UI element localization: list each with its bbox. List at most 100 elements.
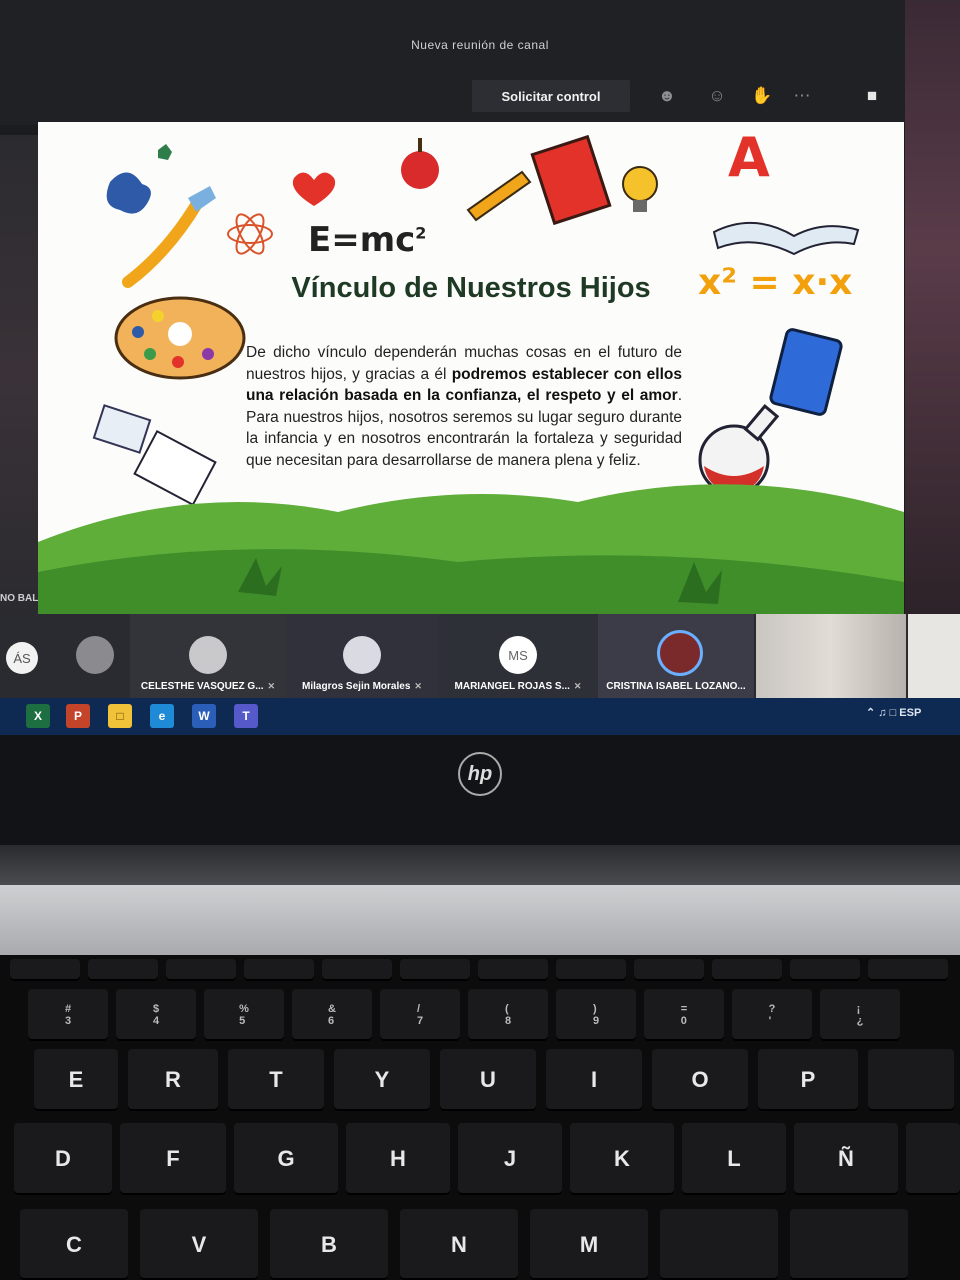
pencil-icon [466, 170, 532, 222]
avatar [657, 630, 703, 676]
key-k[interactable]: K [570, 1123, 674, 1195]
open-book-icon [712, 222, 860, 256]
mic-muted-icon: ✕ [414, 681, 422, 691]
slide-title: Vínculo de Nuestros Hijos [291, 272, 651, 304]
avatar [189, 636, 227, 674]
key-bracket[interactable] [906, 1123, 960, 1195]
key-f[interactable] [400, 959, 470, 981]
key-f[interactable] [478, 959, 548, 981]
paper-icon [92, 404, 152, 454]
key-4[interactable]: $ 4 [116, 989, 196, 1041]
key-enye[interactable]: Ñ [794, 1123, 898, 1195]
key-f[interactable] [712, 959, 782, 981]
request-control-button[interactable]: Solicitar control [472, 80, 630, 112]
video-thumbnail[interactable] [908, 614, 960, 698]
key-3[interactable]: # 3 [28, 989, 108, 1041]
participant-strip: ÁS CELESTHE VASQUEZ G... ✕ Milagros Sejin… [0, 614, 960, 698]
notebook-icon [530, 134, 612, 226]
key-g[interactable]: G [234, 1123, 338, 1195]
brush-icon [122, 196, 204, 288]
key-9[interactable]: ) 9 [556, 989, 636, 1041]
key-f[interactable] [244, 959, 314, 981]
key-u[interactable]: U [440, 1049, 536, 1111]
participant-tile[interactable]: CRISTINA ISABEL LOZANO... [598, 614, 754, 698]
slide-body-text: De dicho vínculo dependerán muchas cosas… [246, 344, 683, 469]
key-comma[interactable] [660, 1209, 778, 1280]
word-icon[interactable]: W [192, 704, 216, 728]
teams-icon[interactable]: T [234, 704, 258, 728]
background-video [905, 0, 960, 620]
participant-tile[interactable]: ÁS [0, 614, 44, 698]
key-l[interactable]: L [682, 1123, 786, 1195]
key-0[interactable]: = 0 [644, 989, 724, 1041]
key-h[interactable]: H [346, 1123, 450, 1195]
system-tray[interactable]: ⌃ ♫ □ ESP [866, 706, 921, 719]
key-8[interactable]: ( 8 [468, 989, 548, 1041]
mic-muted-icon: ✕ [573, 681, 582, 691]
key-y[interactable]: Y [334, 1049, 430, 1111]
key-m[interactable]: M [530, 1209, 648, 1280]
letter-a: A [728, 126, 770, 189]
avatar: ÁS [6, 642, 38, 674]
key-f[interactable]: F [120, 1123, 226, 1195]
paper-icon [133, 429, 217, 507]
participant-tile[interactable]: CELESTHE VASQUEZ G... ✕ [130, 614, 286, 698]
key-inverted-question[interactable]: ¡ ¿ [820, 989, 900, 1041]
key-r[interactable]: R [128, 1049, 218, 1111]
key-b[interactable]: B [270, 1209, 388, 1280]
key-7[interactable]: / 7 [380, 989, 460, 1041]
keyboard: # 3 $ 4 % 5 & 6 / 7 ( 8 ) 9 = 0 ? ' ¡ ¿ … [0, 955, 960, 1280]
key-o[interactable]: O [652, 1049, 748, 1111]
avatar [76, 636, 114, 674]
key-c[interactable]: C [20, 1209, 128, 1280]
more-options-icon[interactable]: ⋯ [785, 80, 819, 112]
key-6[interactable]: & 6 [292, 989, 372, 1041]
key-f[interactable] [556, 959, 626, 981]
paint-splash-green [158, 144, 172, 160]
excel-icon[interactable]: X [26, 704, 50, 728]
powerpoint-icon[interactable]: P [66, 704, 90, 728]
key-i[interactable]: I [546, 1049, 642, 1111]
participant-tile[interactable] [60, 614, 130, 698]
background-video [0, 135, 40, 615]
hp-logo: hp [458, 752, 502, 796]
meeting-title: Nueva reunión de canal [411, 38, 549, 52]
key-f[interactable] [322, 959, 392, 981]
calculator-icon [769, 328, 843, 416]
video-grid-thumbnail[interactable] [756, 614, 906, 698]
folder-icon[interactable]: □ [108, 704, 132, 728]
key-f[interactable] [790, 959, 860, 981]
mic-muted-icon: ✕ [267, 681, 276, 691]
camera-icon[interactable]: ■ [855, 80, 889, 112]
participant-tile[interactable]: MS MARIANGEL ROJAS S... ✕ [438, 614, 598, 698]
edge-icon[interactable]: e [150, 704, 174, 728]
key-t[interactable]: T [228, 1049, 324, 1111]
key-f[interactable] [88, 959, 158, 981]
avatar [343, 636, 381, 674]
participant-tile[interactable]: Milagros Sejin Morales ✕ [286, 614, 438, 698]
raise-hand-icon[interactable]: ✋ [745, 80, 779, 112]
key-d[interactable]: D [14, 1123, 112, 1195]
windows-taskbar: X P □ e W T ⌃ ♫ □ ESP [0, 698, 960, 735]
key-apostrophe[interactable]: ? ' [732, 989, 812, 1041]
key-j[interactable]: J [458, 1123, 562, 1195]
lightbulb-icon [622, 166, 658, 202]
key-f[interactable] [634, 959, 704, 981]
key-f[interactable] [10, 959, 80, 981]
key-p[interactable]: P [758, 1049, 858, 1111]
heart-icon [292, 172, 336, 206]
key-n[interactable]: N [400, 1209, 518, 1280]
key-5[interactable]: % 5 [204, 989, 284, 1041]
participants-icon[interactable]: ☻ [650, 80, 684, 112]
participant-name: MARIANGEL ROJAS S... ✕ [454, 681, 582, 692]
key-quote[interactable] [868, 1049, 954, 1111]
participant-name: CRISTINA ISABEL LOZANO... [606, 681, 746, 692]
key-f[interactable] [166, 959, 236, 981]
key-e[interactable]: E [34, 1049, 118, 1111]
key-period[interactable] [790, 1209, 908, 1280]
apple-icon [401, 151, 439, 189]
key-f[interactable] [868, 959, 948, 981]
formula-emc: E=mc2 [308, 220, 427, 260]
react-icon[interactable]: ☺ [700, 80, 734, 112]
key-v[interactable]: V [140, 1209, 258, 1280]
